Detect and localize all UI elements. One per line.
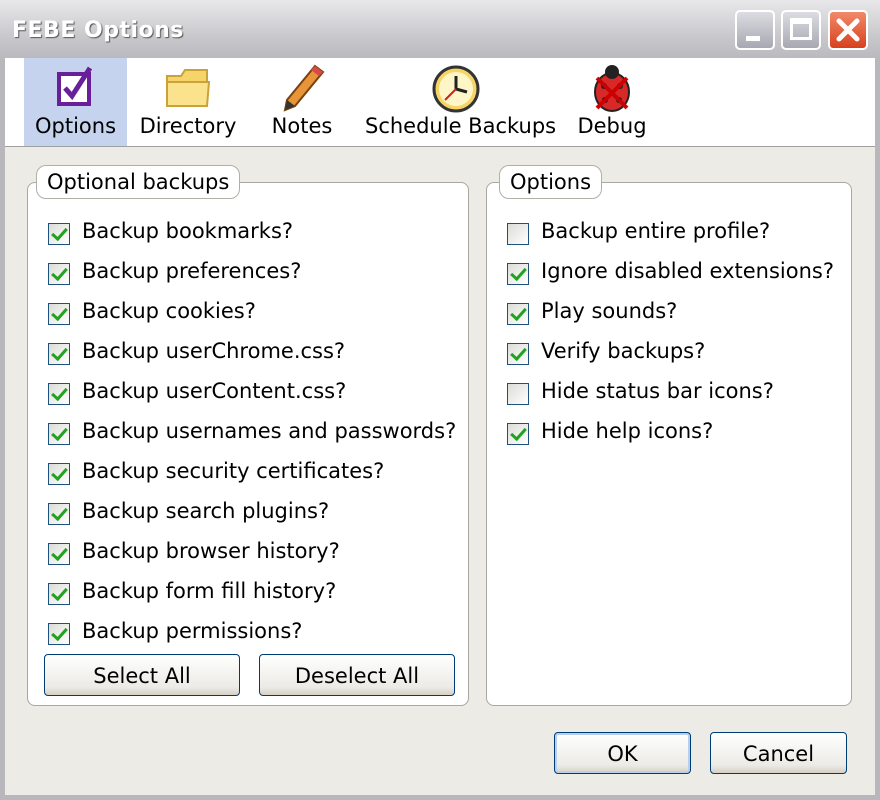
- checkbox[interactable]: [507, 423, 529, 445]
- checkbox[interactable]: [48, 383, 70, 405]
- checkbox-label: Backup cookies?: [82, 299, 256, 323]
- deselect-all-button[interactable]: Deselect All: [259, 654, 455, 696]
- checkbox-icon: [57, 66, 93, 106]
- close-icon: [836, 18, 860, 42]
- checkbox-label: Backup userChrome.css?: [82, 339, 346, 363]
- checkbox[interactable]: [48, 583, 70, 605]
- checkbox[interactable]: [48, 503, 70, 525]
- tab-debug-label: Debug: [577, 114, 647, 138]
- optional-backups-group: Optional backups Backup bookmarks? Backu…: [27, 165, 469, 706]
- checkbox-label: Backup browser history?: [82, 539, 340, 563]
- checkbox-label: Ignore disabled extensions?: [541, 259, 834, 283]
- checkbox[interactable]: [48, 623, 70, 645]
- checkbox-label: Backup form fill history?: [82, 579, 337, 603]
- tab-schedule-backups[interactable]: Schedule Backups: [365, 58, 557, 146]
- tab-notes-label: Notes: [271, 114, 333, 138]
- tab-options-label: Options: [34, 114, 117, 138]
- checkbox[interactable]: [507, 343, 529, 365]
- ok-button[interactable]: OK: [554, 732, 691, 774]
- window-title: FEBE Options: [12, 18, 184, 43]
- checkbox[interactable]: [48, 263, 70, 285]
- ladybug-icon: [594, 65, 630, 112]
- pencil-icon: [283, 64, 325, 112]
- maximize-button[interactable]: [781, 10, 821, 50]
- options-title: Options: [499, 165, 603, 199]
- tab-debug[interactable]: Debug: [575, 58, 649, 146]
- clock-icon: [432, 65, 480, 113]
- checkbox-label: Hide help icons?: [541, 419, 714, 443]
- tab-schedule-backups-label: Schedule Backups: [365, 114, 557, 138]
- checkbox-label: Backup entire profile?: [541, 219, 771, 243]
- cancel-button[interactable]: Cancel: [710, 732, 847, 774]
- checkbox[interactable]: [48, 223, 70, 245]
- tab-directory[interactable]: Directory: [137, 58, 239, 146]
- checkbox[interactable]: [507, 263, 529, 285]
- checkbox-label: Verify backups?: [541, 339, 706, 363]
- checkbox-label: Backup usernames and passwords?: [82, 419, 457, 443]
- tab-options[interactable]: Options: [24, 58, 127, 146]
- checkbox-label: Backup bookmarks?: [82, 219, 294, 243]
- checkbox-label: Play sounds?: [541, 299, 678, 323]
- checkbox[interactable]: [48, 423, 70, 445]
- minimize-button[interactable]: [735, 10, 775, 50]
- checkbox[interactable]: [507, 303, 529, 325]
- checkbox[interactable]: [48, 463, 70, 485]
- checkbox-label: Hide status bar icons?: [541, 379, 774, 403]
- checkbox-label: Backup userContent.css?: [82, 379, 347, 403]
- select-all-button[interactable]: Select All: [44, 654, 240, 696]
- dialog-body: Options Directory Notes Schedule Backups…: [5, 58, 875, 795]
- checkbox-label: Backup preferences?: [82, 259, 302, 283]
- options-group: Options Backup entire profile? Ignore di…: [486, 165, 852, 706]
- tab-notes[interactable]: Notes: [267, 58, 337, 146]
- checkbox[interactable]: [48, 543, 70, 565]
- checkbox[interactable]: [507, 383, 529, 405]
- checkbox[interactable]: [48, 303, 70, 325]
- category-toolbar: Options Directory Notes Schedule Backups…: [5, 58, 875, 147]
- checkbox-label: Backup search plugins?: [82, 499, 330, 523]
- title-bar[interactable]: FEBE Options: [0, 0, 880, 60]
- tab-directory-label: Directory: [139, 114, 237, 138]
- checkbox[interactable]: [507, 223, 529, 245]
- folder-icon: [166, 69, 211, 107]
- close-button[interactable]: [828, 10, 868, 50]
- checkbox[interactable]: [48, 343, 70, 365]
- optional-backups-title: Optional backups: [36, 165, 241, 199]
- options-window: FEBE Options Options Directory Notes Sch…: [0, 0, 880, 800]
- checkbox-label: Backup security certificates?: [82, 459, 385, 483]
- checkbox-label: Backup permissions?: [82, 619, 303, 643]
